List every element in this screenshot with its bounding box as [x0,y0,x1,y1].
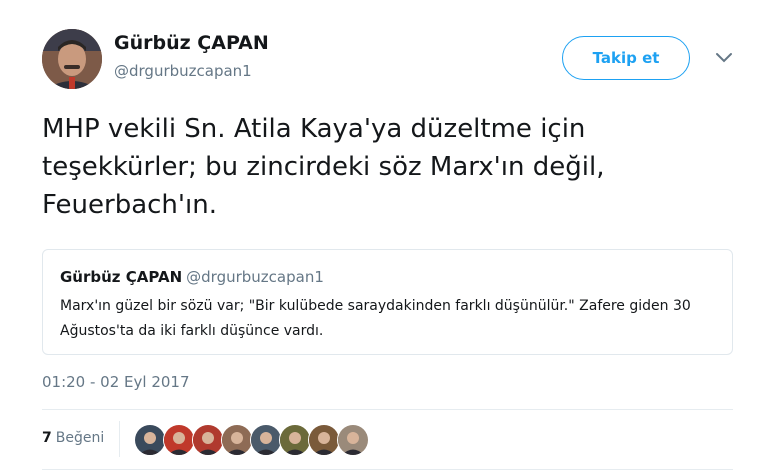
quoted-tweet[interactable]: Gürbüz ÇAPAN @drgurbuzcapan1 Marx'ın güze… [42,249,733,355]
liker-avatar-6[interactable] [279,424,311,456]
liker-avatar-5[interactable] [250,424,282,456]
follow-button[interactable]: Takip et [562,36,690,80]
quoted-author-name: Gürbüz ÇAPAN [60,268,183,286]
quoted-tweet-header: Gürbüz ÇAPAN @drgurbuzcapan1 [60,268,324,286]
divider [42,409,733,410]
tweet-timestamp[interactable]: 01:20 - 02 Eyl 2017 [42,373,190,391]
liker-avatar-1[interactable] [134,424,166,456]
author-name[interactable]: Gürbüz ÇAPAN [114,32,269,54]
liker-avatar-8[interactable] [337,424,369,456]
quoted-tweet-text: Marx'ın güzel bir sözü var; "Bir kulübed… [60,298,691,339]
divider [42,469,733,470]
chevron-down-icon[interactable] [713,50,735,66]
liker-avatar-4[interactable] [221,424,253,456]
likes-label: Beğeni [55,430,105,446]
liker-avatar-7[interactable] [308,424,340,456]
likes-count[interactable]: 7 Beğeni [42,430,104,446]
likes-number: 7 [42,430,52,446]
liker-avatar-3[interactable] [192,424,224,456]
quoted-author-handle: @drgurbuzcapan1 [186,268,324,286]
stats-separator [119,421,120,457]
user-avatar[interactable] [42,29,102,89]
tweet-text: MHP vekili Sn. Atila Kaya'ya düzeltme iç… [42,114,605,220]
author-handle[interactable]: @drgurbuzcapan1 [114,62,252,80]
liker-avatar-2[interactable] [163,424,195,456]
